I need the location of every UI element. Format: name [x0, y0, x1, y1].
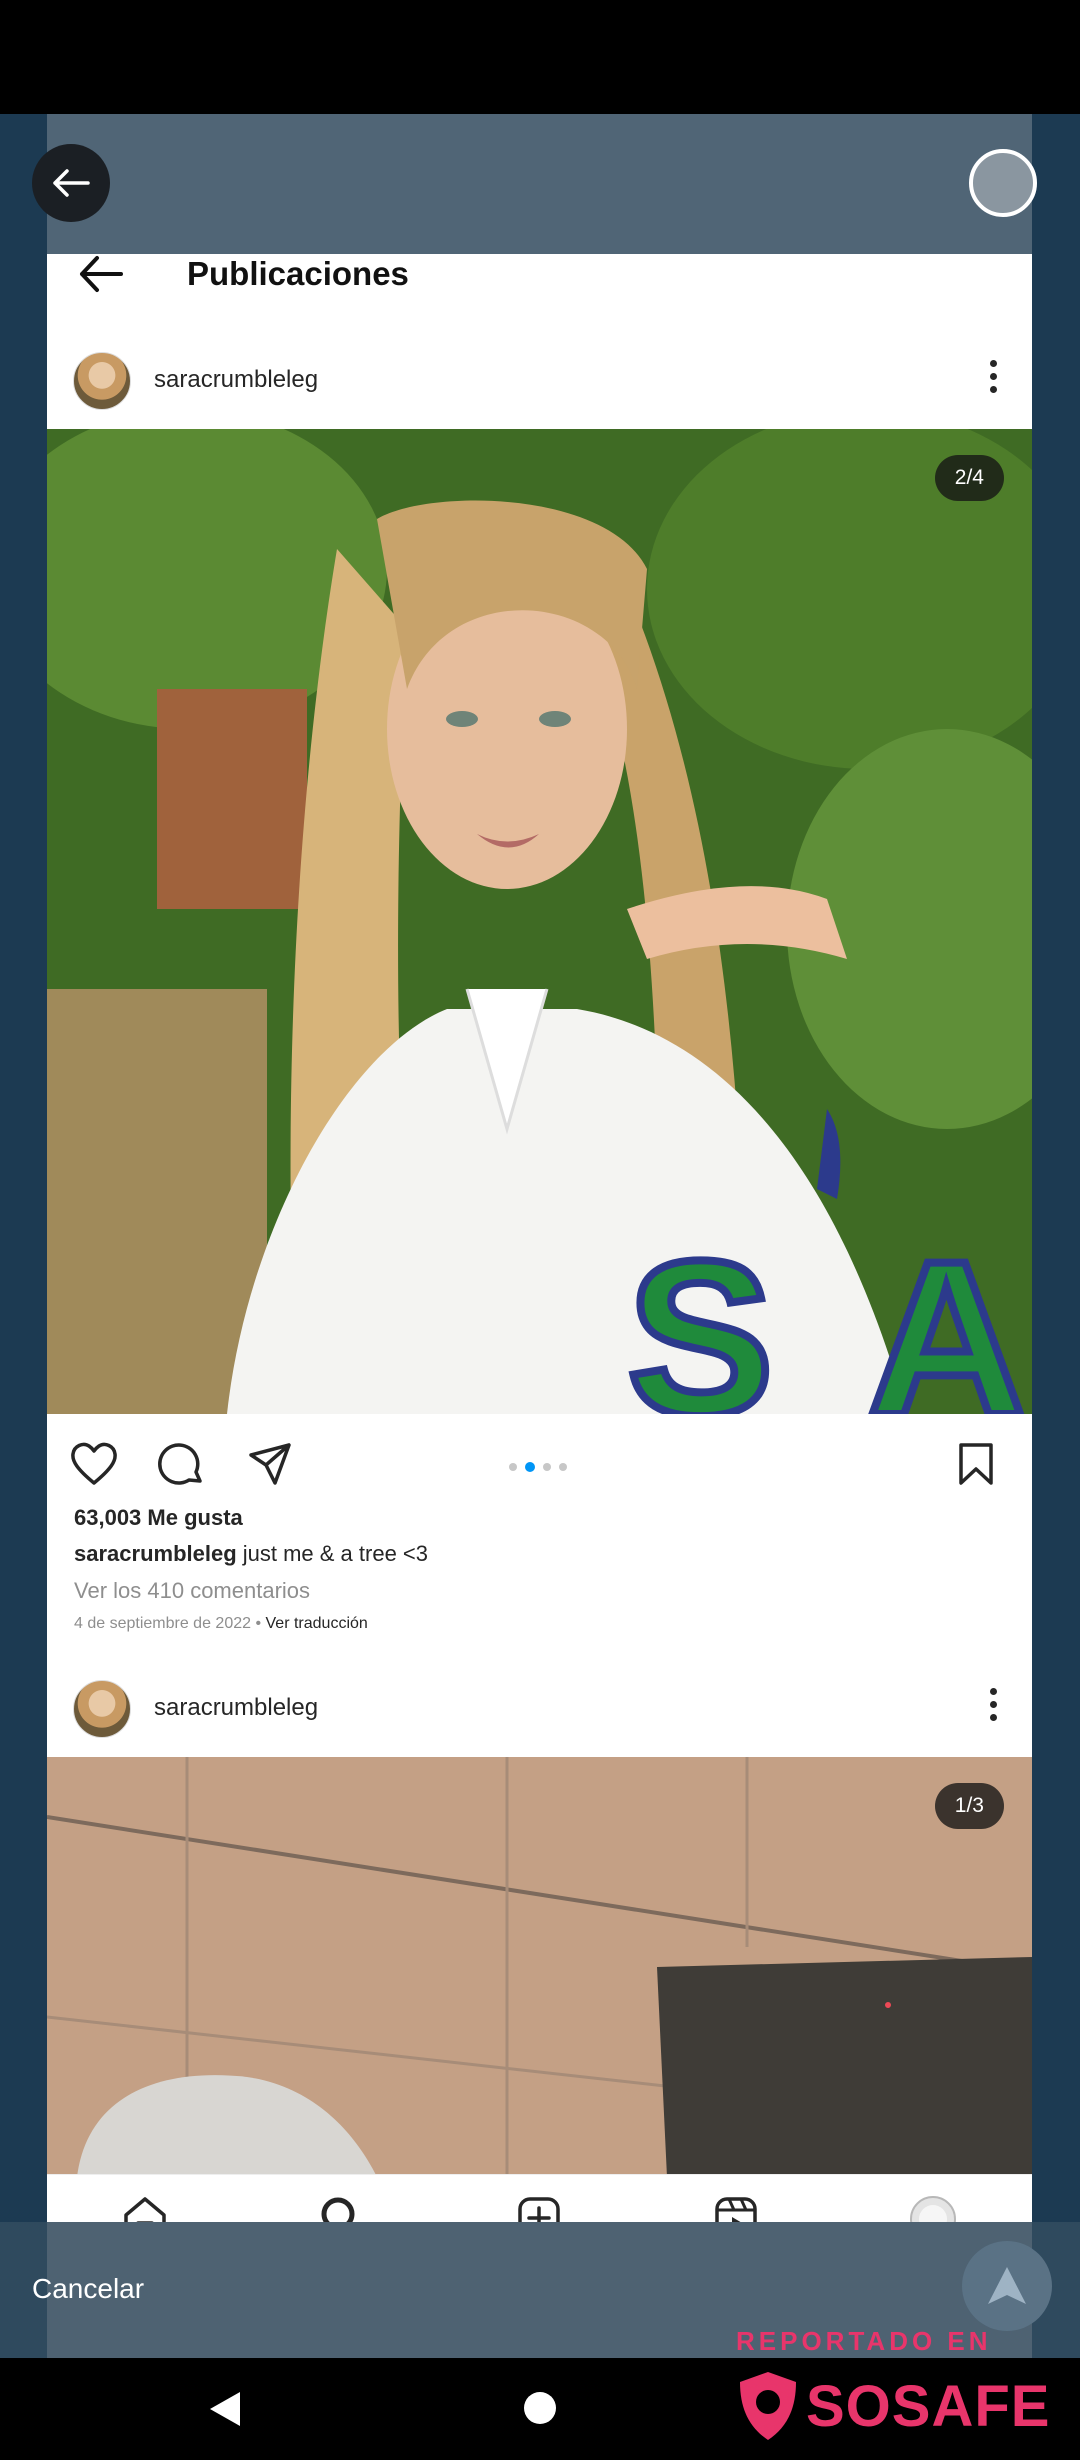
search-icon[interactable] — [319, 2195, 365, 2222]
back-arrow-icon[interactable] — [77, 254, 125, 294]
post-caption: saracrumbleleg just me & a tree <3 — [74, 1541, 428, 1567]
more-options-icon[interactable] — [990, 1688, 998, 1721]
post-header: saracrumbleleg — [47, 1660, 1032, 1756]
post-meta: 4 de septiembre de 2022 • Ver traducción — [74, 1615, 368, 1633]
watermark-logo: SOSAFE — [736, 2366, 1051, 2446]
post-username[interactable]: saracrumbleleg — [154, 1694, 318, 1722]
svg-text:A: A — [867, 1215, 1026, 1414]
caption-text: just me & a tree <3 — [236, 1541, 429, 1566]
back-triangle-icon[interactable] — [208, 2390, 242, 2428]
share-send-icon[interactable] — [247, 1441, 293, 1487]
bottom-nav — [47, 2174, 1032, 2222]
profile-notification-dot — [885, 2002, 891, 2008]
view-comments-link[interactable]: Ver los 410 comentarios — [74, 1578, 310, 1604]
carousel-counter-badge: 1/3 — [934, 1783, 1004, 1829]
carousel-dots — [509, 1462, 567, 1472]
watermark-brand: SOSAFE — [806, 2373, 1051, 2439]
carousel-counter-badge: 2/4 — [934, 455, 1004, 501]
post-photo-illustration: S A — [47, 429, 1032, 1414]
likes-count[interactable]: 63,003 Me gusta — [74, 1505, 243, 1531]
post-username[interactable]: saracrumbleleg — [154, 366, 318, 394]
instagram-app: Publicaciones saracrumbleleg S A 2/4 63,… — [47, 254, 1032, 2222]
overlay-top-bar — [47, 114, 1032, 254]
avatar[interactable] — [73, 352, 131, 410]
post-image[interactable]: S A 2/4 — [47, 429, 1032, 1414]
see-translation-link[interactable]: Ver traducción — [266, 1615, 368, 1632]
triangle-logo-icon — [988, 2267, 1026, 2304]
shield-icon — [740, 2372, 796, 2440]
record-button[interactable] — [969, 149, 1037, 217]
svg-text:S: S — [627, 1215, 774, 1414]
bookmark-icon[interactable] — [957, 1441, 995, 1487]
post-actions — [47, 1429, 1032, 1509]
watermark-caption: REPORTADO EN — [736, 2326, 992, 2356]
comment-icon[interactable] — [157, 1441, 205, 1489]
post-date: 4 de septiembre de 2022 — [74, 1615, 252, 1632]
overlay-back-button[interactable] — [32, 144, 110, 222]
home-circle-icon[interactable] — [523, 2391, 557, 2425]
reels-icon[interactable] — [713, 2195, 759, 2222]
new-post-icon[interactable] — [516, 2195, 562, 2222]
cancel-button[interactable]: Cancelar — [32, 2273, 144, 2305]
profile-avatar[interactable] — [909, 2195, 957, 2222]
app-header: Publicaciones — [47, 254, 1032, 296]
avatar[interactable] — [73, 1680, 131, 1738]
home-icon[interactable] — [122, 2195, 168, 2222]
like-heart-icon[interactable] — [69, 1441, 119, 1487]
more-options-icon[interactable] — [990, 360, 998, 393]
post-header: saracrumbleleg — [47, 332, 1032, 428]
screen: Publicaciones saracrumbleleg S A 2/4 63,… — [0, 0, 1080, 2460]
post-image[interactable]: 1/3 — [47, 1757, 1032, 2177]
arrow-left-icon — [53, 169, 90, 197]
assistant-button[interactable] — [962, 2241, 1052, 2331]
post-photo-illustration — [47, 1757, 1032, 2177]
page-title: Publicaciones — [187, 255, 409, 292]
caption-username[interactable]: saracrumbleleg — [74, 1541, 237, 1566]
meta-separator: • — [251, 1615, 266, 1632]
